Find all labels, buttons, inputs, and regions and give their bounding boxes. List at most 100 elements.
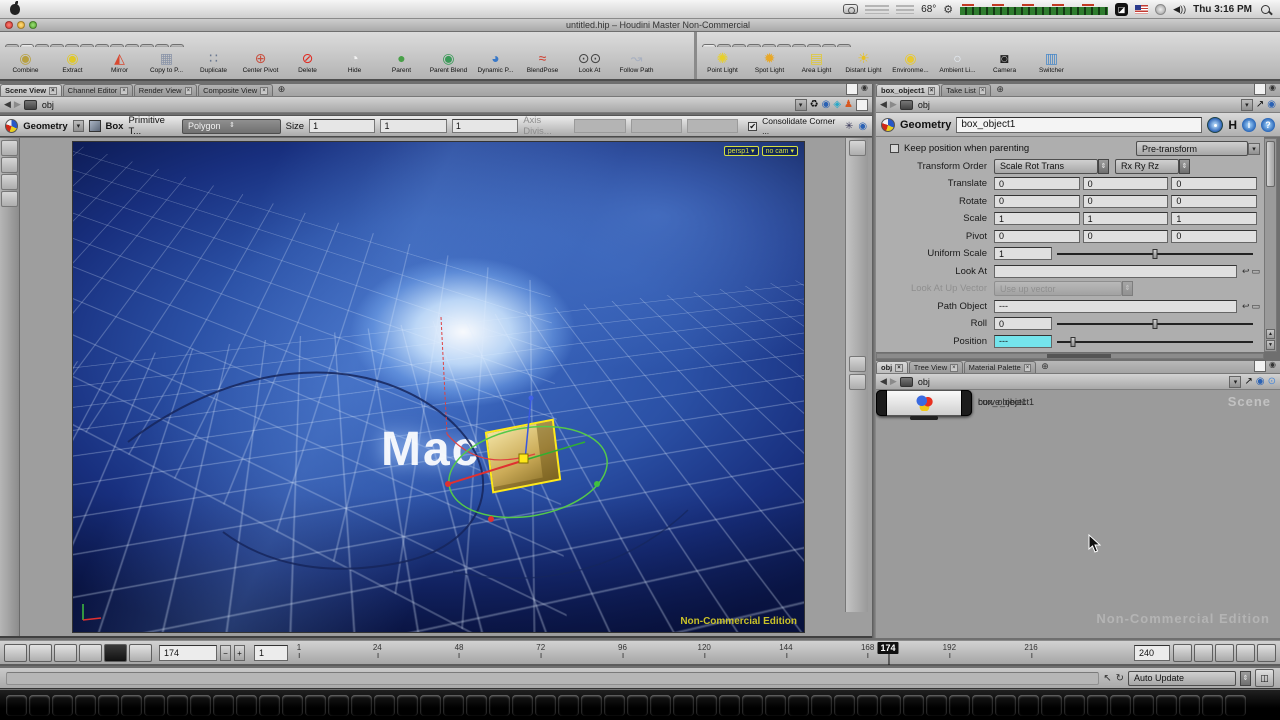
maximize-pane-icon[interactable] bbox=[1254, 360, 1266, 372]
shelf-tab[interactable] bbox=[807, 44, 821, 47]
dock-app-icon[interactable] bbox=[443, 695, 464, 716]
fill-icon[interactable]: ◈ bbox=[833, 99, 841, 110]
network-path-icon[interactable] bbox=[900, 100, 913, 110]
playbar-option-button[interactable] bbox=[1215, 644, 1234, 662]
pin-icon[interactable]: ↗ bbox=[1244, 376, 1252, 387]
shelf-tab[interactable] bbox=[822, 44, 836, 47]
dock-app-icon[interactable] bbox=[742, 695, 763, 716]
shelf-tab[interactable] bbox=[777, 44, 791, 47]
parameter-field-z[interactable]: 1 bbox=[1171, 212, 1257, 225]
shelf-tool[interactable]: ▦ Copy to P... bbox=[143, 49, 190, 74]
close-tab-icon[interactable]: × bbox=[928, 87, 936, 95]
time-machine-icon[interactable] bbox=[1155, 4, 1166, 15]
dock-app-icon[interactable] bbox=[535, 695, 556, 716]
transport-button[interactable] bbox=[129, 644, 152, 662]
timeline-ruler[interactable]: 124487296120144168192216 174 bbox=[299, 641, 1123, 664]
dock-app-icon[interactable] bbox=[627, 695, 648, 716]
close-tab-icon[interactable]: × bbox=[895, 364, 903, 372]
shelf-tab[interactable] bbox=[80, 44, 94, 47]
dock-app-icon[interactable] bbox=[972, 695, 993, 716]
forward-icon[interactable]: ▶ bbox=[890, 99, 897, 110]
dock-app-icon[interactable] bbox=[1225, 695, 1246, 716]
viewport-display-icon[interactable] bbox=[849, 320, 866, 336]
playbar-option-button[interactable] bbox=[1257, 644, 1276, 662]
shelf-tool[interactable]: ▤ Area Light bbox=[793, 49, 840, 74]
lookat-field[interactable] bbox=[994, 265, 1237, 278]
dock-app-icon[interactable] bbox=[52, 695, 73, 716]
back-icon[interactable]: ◀ bbox=[880, 376, 887, 387]
shelf-tab[interactable] bbox=[20, 44, 34, 47]
close-window-button[interactable] bbox=[5, 21, 13, 29]
dock-app-icon[interactable] bbox=[1133, 695, 1154, 716]
handle-point[interactable] bbox=[529, 396, 534, 401]
pane-tab[interactable]: Material Palette × bbox=[964, 361, 1037, 373]
dock-app-icon[interactable] bbox=[98, 695, 119, 716]
shelf-tab[interactable] bbox=[110, 44, 124, 47]
viewport-tool-icon[interactable] bbox=[1, 293, 18, 309]
shelf-tab[interactable] bbox=[702, 44, 716, 47]
search-icon[interactable]: ⊙ bbox=[1268, 376, 1276, 387]
position-slider[interactable] bbox=[1057, 336, 1253, 347]
transport-button[interactable] bbox=[104, 644, 127, 662]
curve-object-path[interactable] bbox=[453, 510, 688, 578]
uniform-scale-slider[interactable] bbox=[1057, 248, 1253, 259]
viewport-display-icon[interactable] bbox=[849, 356, 866, 372]
network-path[interactable]: obj bbox=[40, 100, 54, 110]
maximize-pane-icon[interactable] bbox=[1254, 83, 1266, 95]
dock-app-icon[interactable] bbox=[374, 695, 395, 716]
scrollbar-thumb[interactable] bbox=[1047, 354, 1111, 358]
pointer-icon[interactable]: ↖ bbox=[1103, 673, 1111, 684]
dock-app-icon[interactable] bbox=[834, 695, 855, 716]
op-dropdown-icon[interactable]: ▾ bbox=[73, 120, 84, 132]
dock-app-icon[interactable] bbox=[489, 695, 510, 716]
viewport-display-icon[interactable] bbox=[849, 266, 866, 282]
parameter-field-x[interactable]: 1 bbox=[994, 212, 1080, 225]
dock-app-icon[interactable] bbox=[903, 695, 924, 716]
size-z-field[interactable]: 1 bbox=[452, 119, 518, 133]
op-jump-icon[interactable]: ↩ bbox=[1242, 301, 1250, 312]
camera-selector[interactable]: no cam ▾ bbox=[762, 146, 798, 156]
shelf-tool[interactable]: ↝ Follow Path bbox=[613, 49, 660, 74]
dock-app-icon[interactable] bbox=[328, 695, 349, 716]
dock-app-icon[interactable] bbox=[213, 695, 234, 716]
shelf-tab[interactable] bbox=[5, 44, 19, 47]
shelf-tab[interactable] bbox=[140, 44, 154, 47]
parameter-field-x[interactable]: 0 bbox=[994, 230, 1080, 243]
scroll-down-icon[interactable]: ▼ bbox=[1266, 340, 1275, 350]
maximize-pane-icon[interactable] bbox=[846, 83, 858, 95]
h-expression-button[interactable]: H bbox=[1228, 118, 1237, 132]
zoom-window-button[interactable] bbox=[29, 21, 37, 29]
back-icon[interactable]: ◀ bbox=[880, 99, 887, 110]
recycle-icon[interactable]: ♻ bbox=[810, 99, 819, 110]
viewport-tool-icon[interactable] bbox=[1, 395, 18, 411]
transport-button[interactable] bbox=[54, 644, 77, 662]
shelf-tool[interactable]: ◉ Parent Blend bbox=[425, 49, 472, 74]
app-status-icon[interactable]: ◪ bbox=[1115, 3, 1128, 16]
temperature-reading[interactable]: 68° bbox=[921, 4, 936, 15]
dock-app-icon[interactable] bbox=[466, 695, 487, 716]
shelf-tab[interactable] bbox=[792, 44, 806, 47]
path-object-field[interactable]: --- bbox=[994, 300, 1237, 313]
viewport-tool-icon[interactable] bbox=[1, 191, 18, 207]
shelf-tool[interactable]: ◉ Environme... bbox=[887, 49, 934, 74]
transform-order-select[interactable]: Scale Rot Trans bbox=[994, 159, 1098, 174]
dock-app-icon[interactable] bbox=[420, 695, 441, 716]
pane-tab[interactable]: Take List × bbox=[941, 84, 991, 96]
dock-app-icon[interactable] bbox=[397, 695, 418, 716]
close-tab-icon[interactable]: × bbox=[185, 87, 193, 95]
pane-tab[interactable]: Channel Editor × bbox=[63, 84, 133, 96]
parameter-field-z[interactable]: 0 bbox=[1171, 177, 1257, 190]
shelf-tab[interactable] bbox=[125, 44, 139, 47]
dock-app-icon[interactable] bbox=[1064, 695, 1085, 716]
pretransform-dropdown-icon[interactable]: ▾ bbox=[1248, 143, 1260, 155]
network-path-icon[interactable] bbox=[24, 100, 37, 110]
viewport-display-icon[interactable] bbox=[849, 248, 866, 264]
playhead[interactable]: 174 bbox=[878, 642, 899, 654]
dock-app-icon[interactable] bbox=[880, 695, 901, 716]
shelf-tool[interactable]: ✺ Point Light bbox=[699, 49, 746, 74]
network-path[interactable]: obj bbox=[916, 100, 930, 110]
transport-button[interactable] bbox=[79, 644, 102, 662]
window-titlebar[interactable]: untitled.hip – Houdini Master Non-Commer… bbox=[0, 19, 1280, 32]
close-tab-icon[interactable]: × bbox=[120, 87, 128, 95]
floating-pane-icon[interactable] bbox=[856, 99, 868, 111]
